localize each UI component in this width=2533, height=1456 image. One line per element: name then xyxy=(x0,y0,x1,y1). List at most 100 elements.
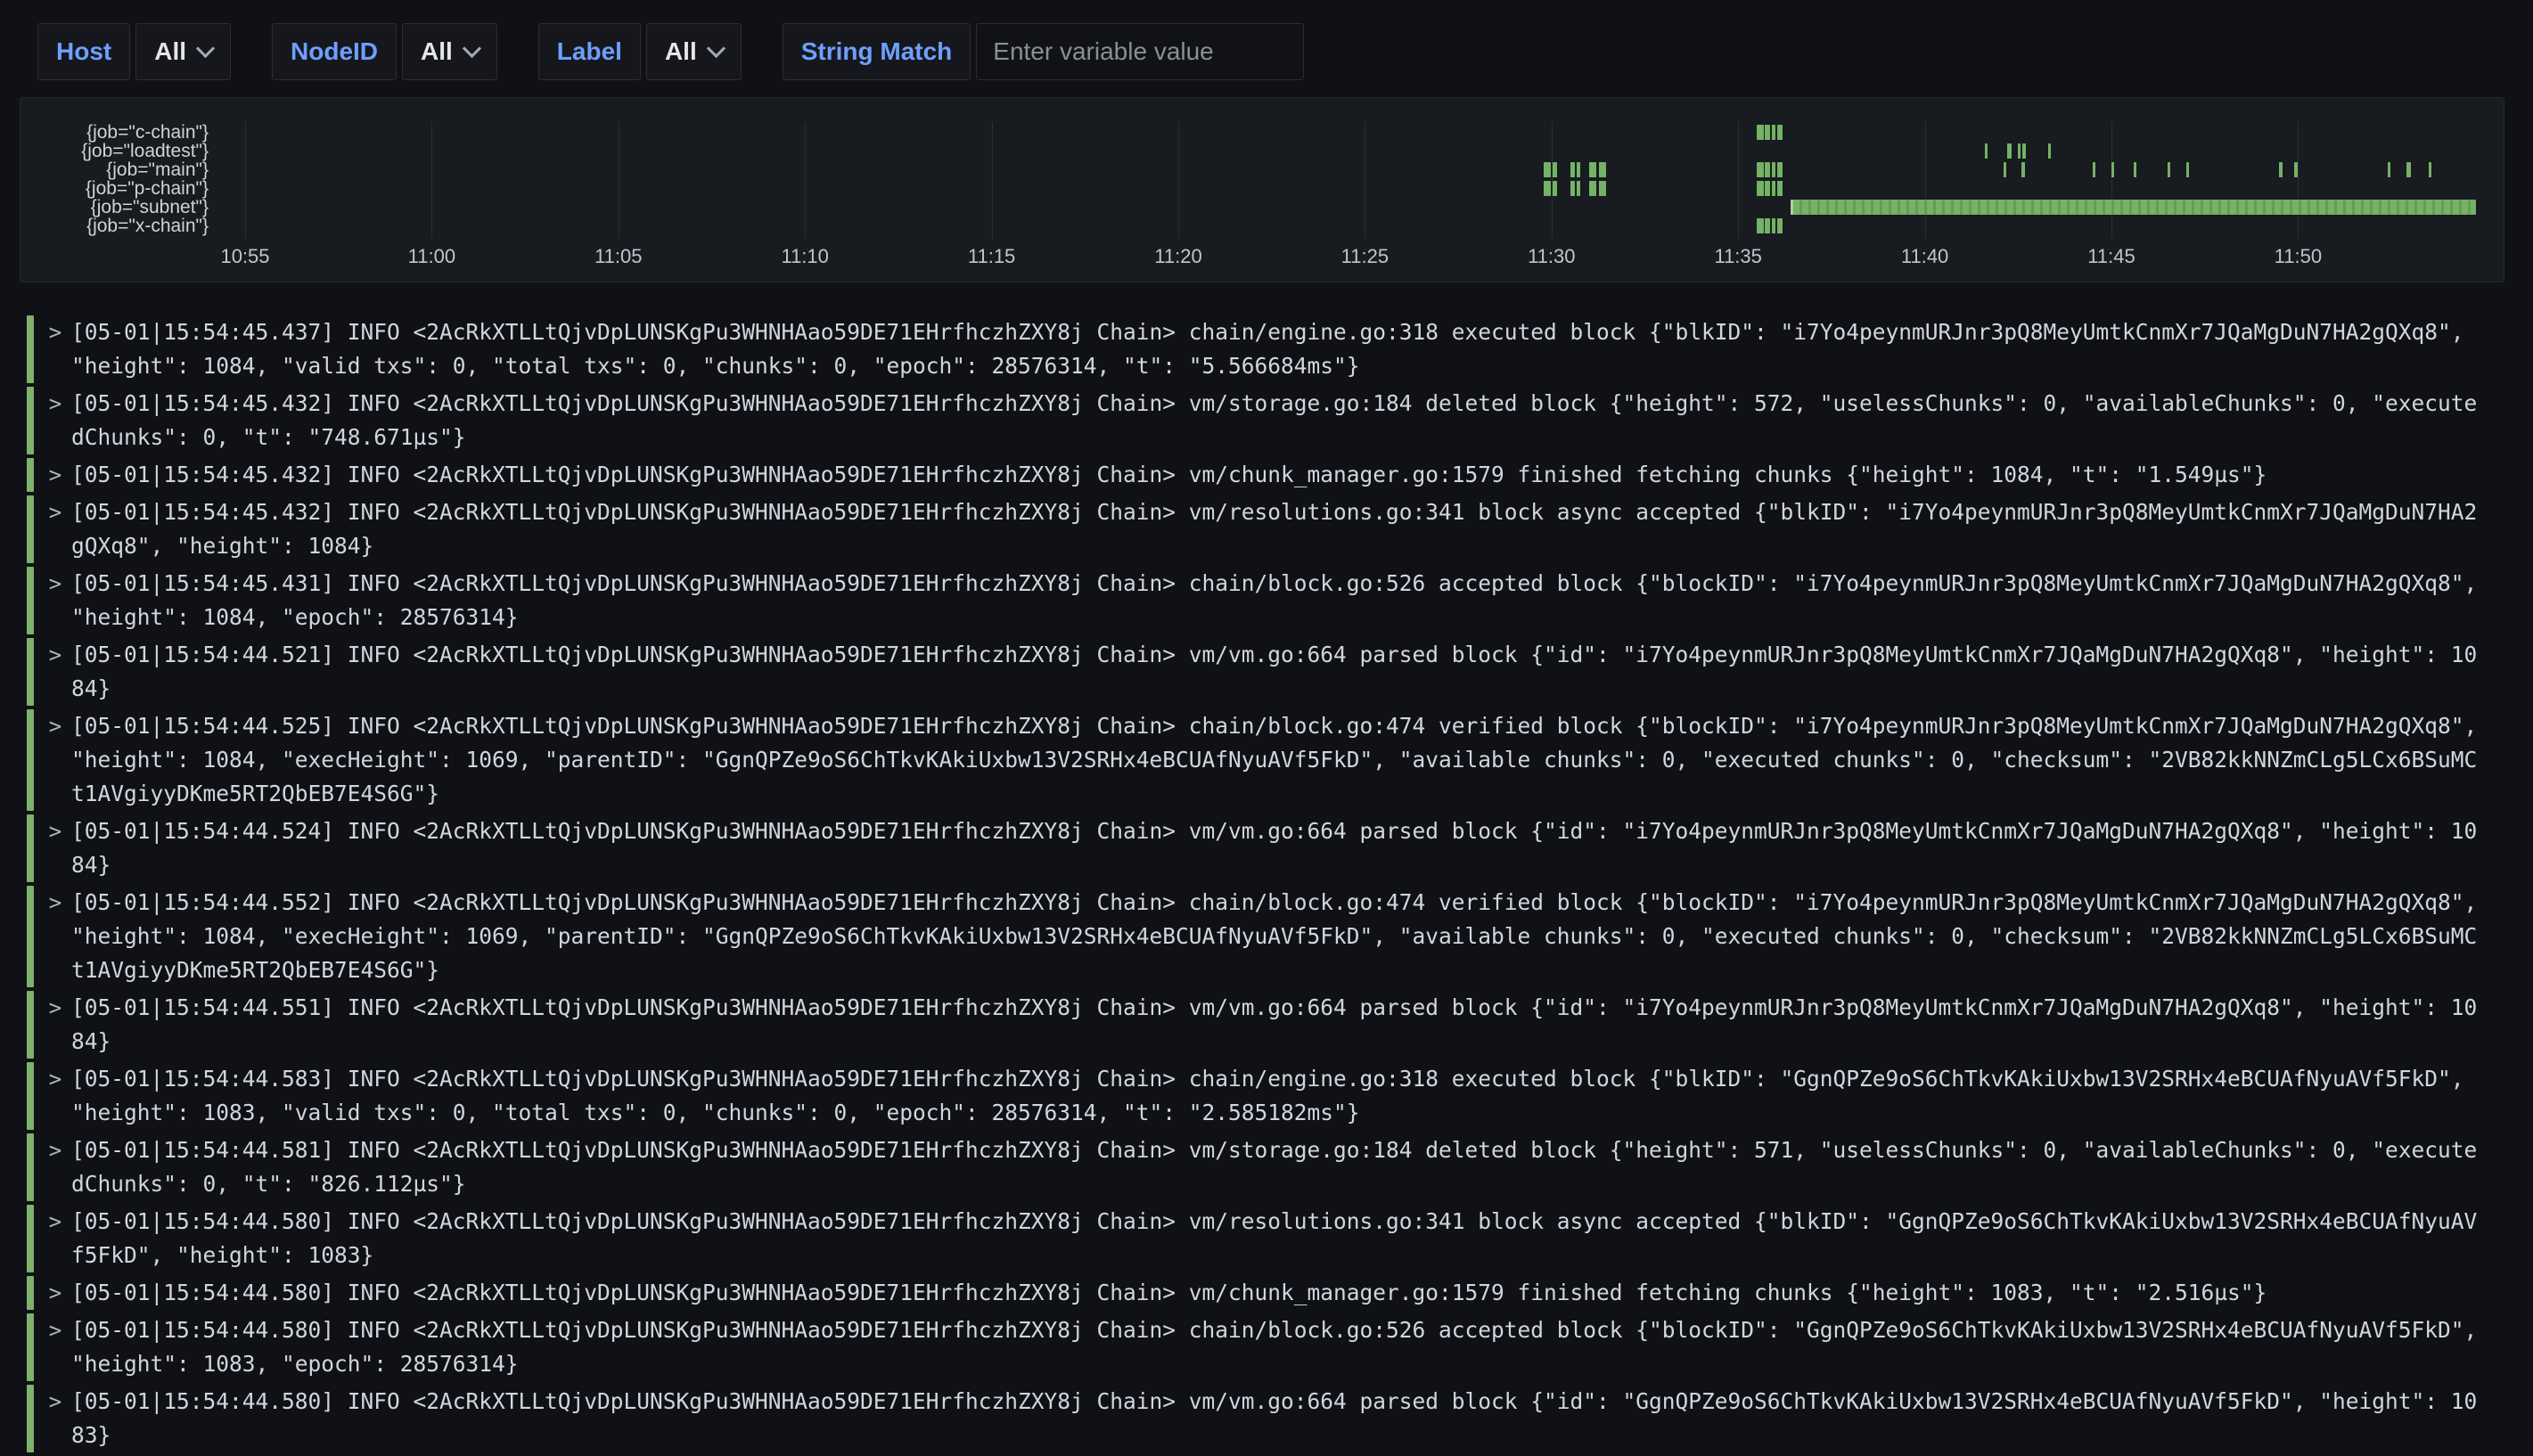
log-row[interactable]: >[05-01|15:54:45.432] INFO <2AcRkXTLLtQj… xyxy=(27,458,2506,492)
variable-toolbar: HostAllNodeIDAllLabelAllString Match xyxy=(37,23,1345,80)
legend-item-job-x-chain: {job="x-chain"} xyxy=(20,217,209,235)
log-level-bar xyxy=(27,638,34,706)
log-row[interactable]: >[05-01|15:54:44.583] INFO <2AcRkXTLLtQj… xyxy=(27,1062,2506,1130)
x-gridline xyxy=(2298,122,2299,239)
timeline-mark xyxy=(1772,125,1775,140)
expand-chevron-icon[interactable]: > xyxy=(46,1313,64,1381)
log-level-bar xyxy=(27,458,34,492)
log-row[interactable]: >[05-01|15:54:44.580] INFO <2AcRkXTLLtQj… xyxy=(27,1385,2506,1452)
log-row[interactable]: >[05-01|15:54:45.432] INFO <2AcRkXTLLtQj… xyxy=(27,495,2506,563)
log-line-text: [05-01|15:54:45.431] INFO <2AcRkXTLLtQjv… xyxy=(71,567,2478,634)
expand-chevron-icon[interactable]: > xyxy=(46,458,64,492)
timeline-mark xyxy=(1553,181,1557,196)
variable-label-label: Label xyxy=(538,23,641,80)
log-row[interactable]: >[05-01|15:54:44.552] INFO <2AcRkXTLLtQj… xyxy=(27,886,2506,987)
variable-label-host: Host xyxy=(37,23,130,80)
log-volume-timeline-panel[interactable]: 10:5511:0011:0511:1011:1511:2011:2511:30… xyxy=(20,97,2504,282)
timeline-mark xyxy=(1777,218,1783,233)
expand-chevron-icon[interactable]: > xyxy=(46,814,64,882)
x-tick-label: 11:25 xyxy=(1302,246,1427,267)
log-row[interactable]: >[05-01|15:54:44.551] INFO <2AcRkXTLLtQj… xyxy=(27,991,2506,1059)
log-level-bar xyxy=(27,1062,34,1130)
log-line-text: [05-01|15:54:45.437] INFO <2AcRkXTLLtQjv… xyxy=(71,315,2478,383)
log-line-text: [05-01|15:54:44.581] INFO <2AcRkXTLLtQjv… xyxy=(71,1133,2478,1201)
legend-item-job-loadtest: {job="loadtest"} xyxy=(20,142,209,160)
chevron-down-icon xyxy=(196,39,215,58)
log-level-bar xyxy=(27,886,34,987)
timeline-mark xyxy=(2279,162,2282,177)
timeline-mark xyxy=(1757,162,1764,177)
timeline-mark xyxy=(1777,181,1783,196)
log-row[interactable]: >[05-01|15:54:44.525] INFO <2AcRkXTLLtQj… xyxy=(27,709,2506,811)
timeline-mark xyxy=(1765,125,1769,140)
log-line-text: [05-01|15:54:45.432] INFO <2AcRkXTLLtQjv… xyxy=(71,387,2478,454)
timeline-mark xyxy=(1757,125,1764,140)
variable-select-nodeid[interactable]: All xyxy=(402,23,497,80)
expand-chevron-icon[interactable]: > xyxy=(46,315,64,383)
log-level-bar xyxy=(27,315,34,383)
log-row[interactable]: >[05-01|15:54:44.580] INFO <2AcRkXTLLtQj… xyxy=(27,1313,2506,1381)
expand-chevron-icon[interactable]: > xyxy=(46,1133,64,1201)
expand-chevron-icon[interactable]: > xyxy=(46,495,64,563)
expand-chevron-icon[interactable]: > xyxy=(46,387,64,454)
x-gridline xyxy=(245,122,246,239)
log-row[interactable]: >[05-01|15:54:45.432] INFO <2AcRkXTLLtQj… xyxy=(27,387,2506,454)
timeline-mark xyxy=(1544,162,1550,177)
log-line-text: [05-01|15:54:45.432] INFO <2AcRkXTLLtQjv… xyxy=(71,458,2478,492)
expand-chevron-icon[interactable]: > xyxy=(46,886,64,987)
expand-chevron-icon[interactable]: > xyxy=(46,638,64,706)
x-gridline xyxy=(1925,122,1926,239)
expand-chevron-icon[interactable]: > xyxy=(46,1062,64,1130)
chevron-down-icon xyxy=(707,39,725,58)
x-tick-label: 10:55 xyxy=(183,246,307,267)
logs-panel: >[05-01|15:54:45.437] INFO <2AcRkXTLLtQj… xyxy=(27,315,2506,1456)
log-level-bar xyxy=(27,709,34,811)
expand-chevron-icon[interactable]: > xyxy=(46,991,64,1059)
expand-chevron-icon[interactable]: > xyxy=(46,1385,64,1452)
expand-chevron-icon[interactable]: > xyxy=(46,709,64,811)
x-tick-label: 11:15 xyxy=(930,246,1054,267)
log-line-text: [05-01|15:54:44.580] INFO <2AcRkXTLLtQjv… xyxy=(71,1313,2478,1381)
log-row[interactable]: >[05-01|15:54:44.580] INFO <2AcRkXTLLtQj… xyxy=(27,1205,2506,1272)
log-level-bar xyxy=(27,567,34,634)
variable-select-label[interactable]: All xyxy=(646,23,742,80)
log-row[interactable]: >[05-01|15:54:45.437] INFO <2AcRkXTLLtQj… xyxy=(27,315,2506,383)
variable-label-string-match: String Match xyxy=(783,23,971,80)
timeline-mark xyxy=(1765,218,1769,233)
timeline-mark xyxy=(2134,162,2136,177)
log-level-bar xyxy=(27,1385,34,1452)
timeline-mark xyxy=(1599,181,1606,196)
log-row[interactable]: >[05-01|15:54:44.580] INFO <2AcRkXTLLtQj… xyxy=(27,1276,2506,1310)
expand-chevron-icon[interactable]: > xyxy=(46,567,64,634)
x-gridline xyxy=(805,122,806,239)
log-row[interactable]: >[05-01|15:54:44.524] INFO <2AcRkXTLLtQj… xyxy=(27,814,2506,882)
timeline-mark xyxy=(1570,181,1575,196)
x-tick-label: 11:10 xyxy=(742,246,867,267)
variable-group-string-match: String Match xyxy=(783,23,1305,80)
x-tick-label: 11:05 xyxy=(556,246,681,267)
timeline-mark xyxy=(2007,143,2012,159)
expand-chevron-icon[interactable]: > xyxy=(46,1205,64,1272)
log-level-bar xyxy=(27,495,34,563)
timeline-mark xyxy=(1599,162,1606,177)
timeline-mark xyxy=(1777,125,1783,140)
log-row[interactable]: >[05-01|15:54:44.581] INFO <2AcRkXTLLtQj… xyxy=(27,1133,2506,1201)
timeline-mark xyxy=(1791,200,2476,215)
variable-group-nodeid: NodeIDAll xyxy=(272,23,497,80)
x-gridline xyxy=(1178,122,1179,239)
timeline-mark xyxy=(1589,181,1596,196)
timeline-mark xyxy=(1544,181,1550,196)
string-match-input[interactable] xyxy=(976,23,1304,80)
x-tick-label: 11:40 xyxy=(1863,246,1988,267)
timeline-mark xyxy=(1577,181,1580,196)
log-line-text: [05-01|15:54:44.580] INFO <2AcRkXTLLtQjv… xyxy=(71,1385,2478,1452)
variable-label-nodeid: NodeID xyxy=(272,23,397,80)
log-row[interactable]: >[05-01|15:54:44.521] INFO <2AcRkXTLLtQj… xyxy=(27,638,2506,706)
variable-group-label: LabelAll xyxy=(538,23,742,80)
log-line-text: [05-01|15:54:44.580] INFO <2AcRkXTLLtQjv… xyxy=(71,1205,2478,1272)
log-row[interactable]: >[05-01|15:54:45.431] INFO <2AcRkXTLLtQj… xyxy=(27,567,2506,634)
timeline-mark xyxy=(2004,162,2006,177)
expand-chevron-icon[interactable]: > xyxy=(46,1276,64,1310)
log-line-text: [05-01|15:54:44.551] INFO <2AcRkXTLLtQjv… xyxy=(71,991,2478,1059)
variable-select-host[interactable]: All xyxy=(135,23,231,80)
